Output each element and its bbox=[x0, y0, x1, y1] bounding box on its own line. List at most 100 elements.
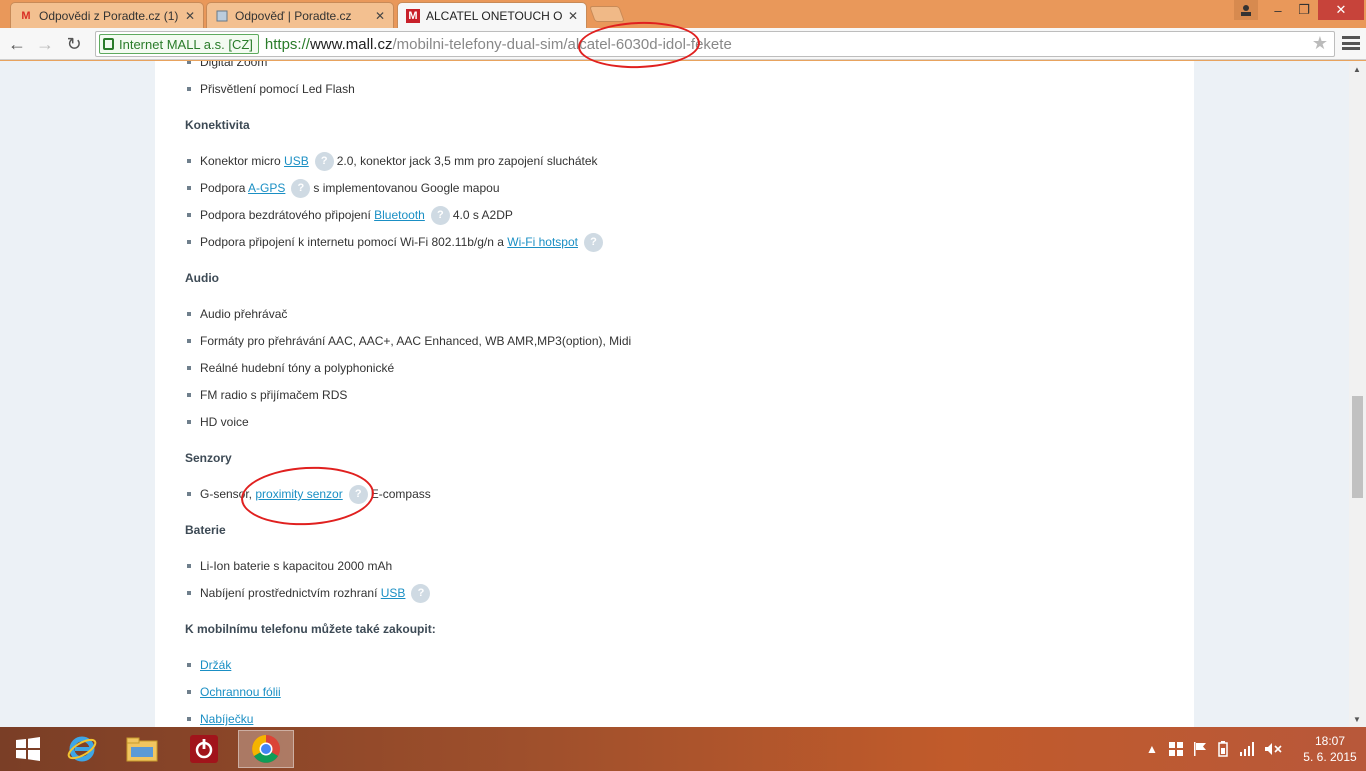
mall-icon: M bbox=[406, 8, 420, 23]
spec-text: s implementovanou Google mapou bbox=[313, 181, 500, 195]
spec-item: Reálné hudební tóny a polyphonické bbox=[186, 361, 395, 375]
url-scheme: https:// bbox=[264, 35, 310, 53]
close-tab-icon[interactable]: ✕ bbox=[375, 9, 385, 23]
spec-text: 2.0, konektor jack 3,5 mm pro zapojení s… bbox=[336, 154, 598, 168]
system-clock[interactable]: 18:07 5. 6. 2015 bbox=[1300, 733, 1360, 765]
url-text[interactable]: https://www.mall.cz/mobilni-telefony-dua… bbox=[265, 36, 732, 53]
proximity-sensor-link[interactable]: proximity senzor bbox=[255, 487, 342, 501]
windows-taskbar: ▲ 18:07 5. 6. 2015 bbox=[0, 727, 1366, 771]
scrollbar-thumb[interactable] bbox=[1352, 396, 1363, 498]
tab-poradte[interactable]: Odpověď | Poradte.cz ✕ bbox=[206, 2, 394, 28]
spec-item-wifi: Podpora připojení k internetu pomocí Wi-… bbox=[187, 233, 606, 253]
lock-icon bbox=[103, 38, 114, 50]
back-button[interactable]: ← bbox=[5, 32, 29, 56]
vertical-scrollbar[interactable]: ▲ ▼ bbox=[1349, 61, 1366, 727]
url-path: /mobilni-telefony-dual-sim/alcatel-6030d… bbox=[392, 35, 732, 53]
spec-item: HD voice bbox=[187, 415, 249, 429]
restore-button[interactable]: ❐ bbox=[1292, 0, 1316, 20]
new-tab-button[interactable] bbox=[589, 6, 625, 22]
spec-item: Audio přehrávač bbox=[186, 307, 288, 321]
ev-label: Internet MALL a.s. [CZ] bbox=[119, 36, 253, 52]
section-heading-connectivity: Konektivita bbox=[185, 118, 250, 132]
usb-link[interactable]: USB bbox=[284, 154, 309, 168]
spec-item-usb: Konektor micro USB? 2.0, konektor jack 3,… bbox=[187, 152, 598, 172]
spec-text: G-sensor, bbox=[200, 487, 256, 501]
page-viewport: Digital Zoom Přisvětlení pomocí Led Flas… bbox=[0, 61, 1366, 727]
user-icon[interactable] bbox=[1234, 0, 1258, 20]
flag-icon[interactable] bbox=[1193, 727, 1207, 771]
spec-item-agps: Podpora A-GPS? s implementovanou Google m… bbox=[187, 179, 500, 199]
clock-date: 5. 6. 2015 bbox=[1303, 750, 1357, 764]
ev-certificate-badge[interactable]: Internet MALL a.s. [CZ] bbox=[99, 34, 259, 54]
close-tab-icon[interactable]: ✕ bbox=[185, 9, 195, 23]
help-icon[interactable]: ? bbox=[583, 233, 603, 253]
bluetooth-link[interactable]: Bluetooth bbox=[374, 208, 425, 222]
page-icon bbox=[215, 9, 229, 23]
chrome-menu-button[interactable] bbox=[1342, 34, 1360, 52]
tray-overflow-icon[interactable]: ▲ bbox=[1146, 727, 1158, 771]
reload-button[interactable]: ↻ bbox=[62, 32, 86, 56]
spec-item: Digital Zoom bbox=[186, 61, 267, 71]
spec-item-bluetooth: Podpora bezdrátového připojení Bluetooth… bbox=[187, 206, 513, 226]
scroll-up-icon[interactable]: ▲ bbox=[1353, 65, 1361, 74]
accessory-link[interactable]: Nabíječku bbox=[200, 712, 253, 726]
spec-item: Formáty pro přehrávání AAC, AAC+, AAC En… bbox=[186, 334, 632, 348]
browser-toolbar: ← → ↻ Internet MALL a.s. [CZ] https://ww… bbox=[0, 28, 1366, 60]
tab-title: Odpověď | Poradte.cz bbox=[235, 8, 352, 23]
shutdown-app-button[interactable] bbox=[176, 730, 232, 768]
section-heading-battery: Baterie bbox=[185, 523, 226, 537]
spec-text: Konektor micro bbox=[200, 154, 285, 168]
chrome-taskbar-button[interactable] bbox=[238, 730, 294, 768]
close-tab-icon[interactable]: ✕ bbox=[568, 9, 578, 23]
wifi-hotspot-link[interactable]: Wi-Fi hotspot bbox=[507, 235, 578, 249]
close-window-button[interactable]: ✕ bbox=[1318, 0, 1364, 20]
tab-gmail[interactable]: M Odpovědi z Poradte.cz (1) ✕ bbox=[10, 2, 204, 28]
accessory-item: Nabíječku bbox=[186, 710, 253, 727]
section-heading-accessories: K mobilnímu telefonu můžete také zakoupi… bbox=[185, 622, 436, 636]
help-icon[interactable]: ? bbox=[430, 206, 450, 226]
chrome-icon bbox=[252, 735, 280, 763]
forward-button[interactable]: → bbox=[33, 32, 57, 56]
signal-icon[interactable] bbox=[1240, 727, 1256, 771]
agps-link[interactable]: A-GPS bbox=[248, 181, 285, 195]
accessory-link[interactable]: Ochrannou fólii bbox=[200, 685, 281, 699]
volume-muted-icon[interactable] bbox=[1264, 727, 1282, 771]
section-heading-audio: Audio bbox=[185, 271, 219, 285]
usb-link[interactable]: USB bbox=[381, 586, 406, 600]
help-icon[interactable]: ? bbox=[411, 584, 431, 604]
windows-logo-icon bbox=[16, 737, 40, 761]
scroll-down-icon[interactable]: ▼ bbox=[1353, 715, 1361, 724]
accessory-item: Ochrannou fólii bbox=[187, 683, 281, 701]
spec-item: Přisvětlení pomocí Led Flash bbox=[187, 82, 355, 96]
spec-text: Podpora bezdrátového připojení bbox=[200, 208, 375, 222]
folder-icon bbox=[126, 737, 158, 762]
power-icon bbox=[190, 735, 218, 763]
spec-item-sensors: G-sensor, proximity senzor? E-compass bbox=[187, 485, 431, 505]
internet-explorer-icon bbox=[67, 736, 97, 762]
clock-time: 18:07 bbox=[1314, 734, 1346, 748]
spec-text: Podpora bbox=[200, 181, 249, 195]
start-button[interactable] bbox=[0, 730, 56, 768]
battery-icon[interactable] bbox=[1217, 727, 1229, 771]
action-center-icon[interactable] bbox=[1169, 727, 1183, 771]
spec-item: Li-Ion baterie s kapacitou 2000 mAh bbox=[186, 559, 393, 573]
gmail-icon: M bbox=[21, 9, 31, 22]
tab-title: Odpovědi z Poradte.cz (1) bbox=[39, 8, 179, 23]
file-explorer-button[interactable] bbox=[114, 730, 170, 768]
spec-item-charging: Nabíjení prostřednictvím rozhraní USB? bbox=[186, 584, 433, 604]
url-host: www.mall.cz bbox=[309, 35, 393, 53]
accessory-link[interactable]: Držák bbox=[200, 658, 231, 672]
accessory-item: Držák bbox=[186, 656, 231, 674]
tab-mall[interactable]: M ALCATEL ONETOUCH One ✕ bbox=[397, 2, 587, 28]
help-icon[interactable]: ? bbox=[314, 152, 334, 172]
bookmark-star-icon[interactable]: ★ bbox=[1312, 33, 1328, 54]
help-icon[interactable]: ? bbox=[291, 179, 311, 199]
spec-text: Podpora připojení k internetu pomocí Wi-… bbox=[200, 235, 508, 249]
address-bar[interactable]: Internet MALL a.s. [CZ] https://www.mall… bbox=[95, 31, 1335, 57]
spec-item: FM radio s přijímačem RDS bbox=[186, 388, 348, 402]
ie-button[interactable] bbox=[54, 730, 110, 768]
help-icon[interactable]: ? bbox=[348, 485, 368, 505]
tab-title: ALCATEL ONETOUCH One bbox=[426, 8, 562, 23]
page-body: Digital Zoom Přisvětlení pomocí Led Flas… bbox=[155, 61, 1194, 727]
minimize-button[interactable]: – bbox=[1266, 0, 1290, 20]
